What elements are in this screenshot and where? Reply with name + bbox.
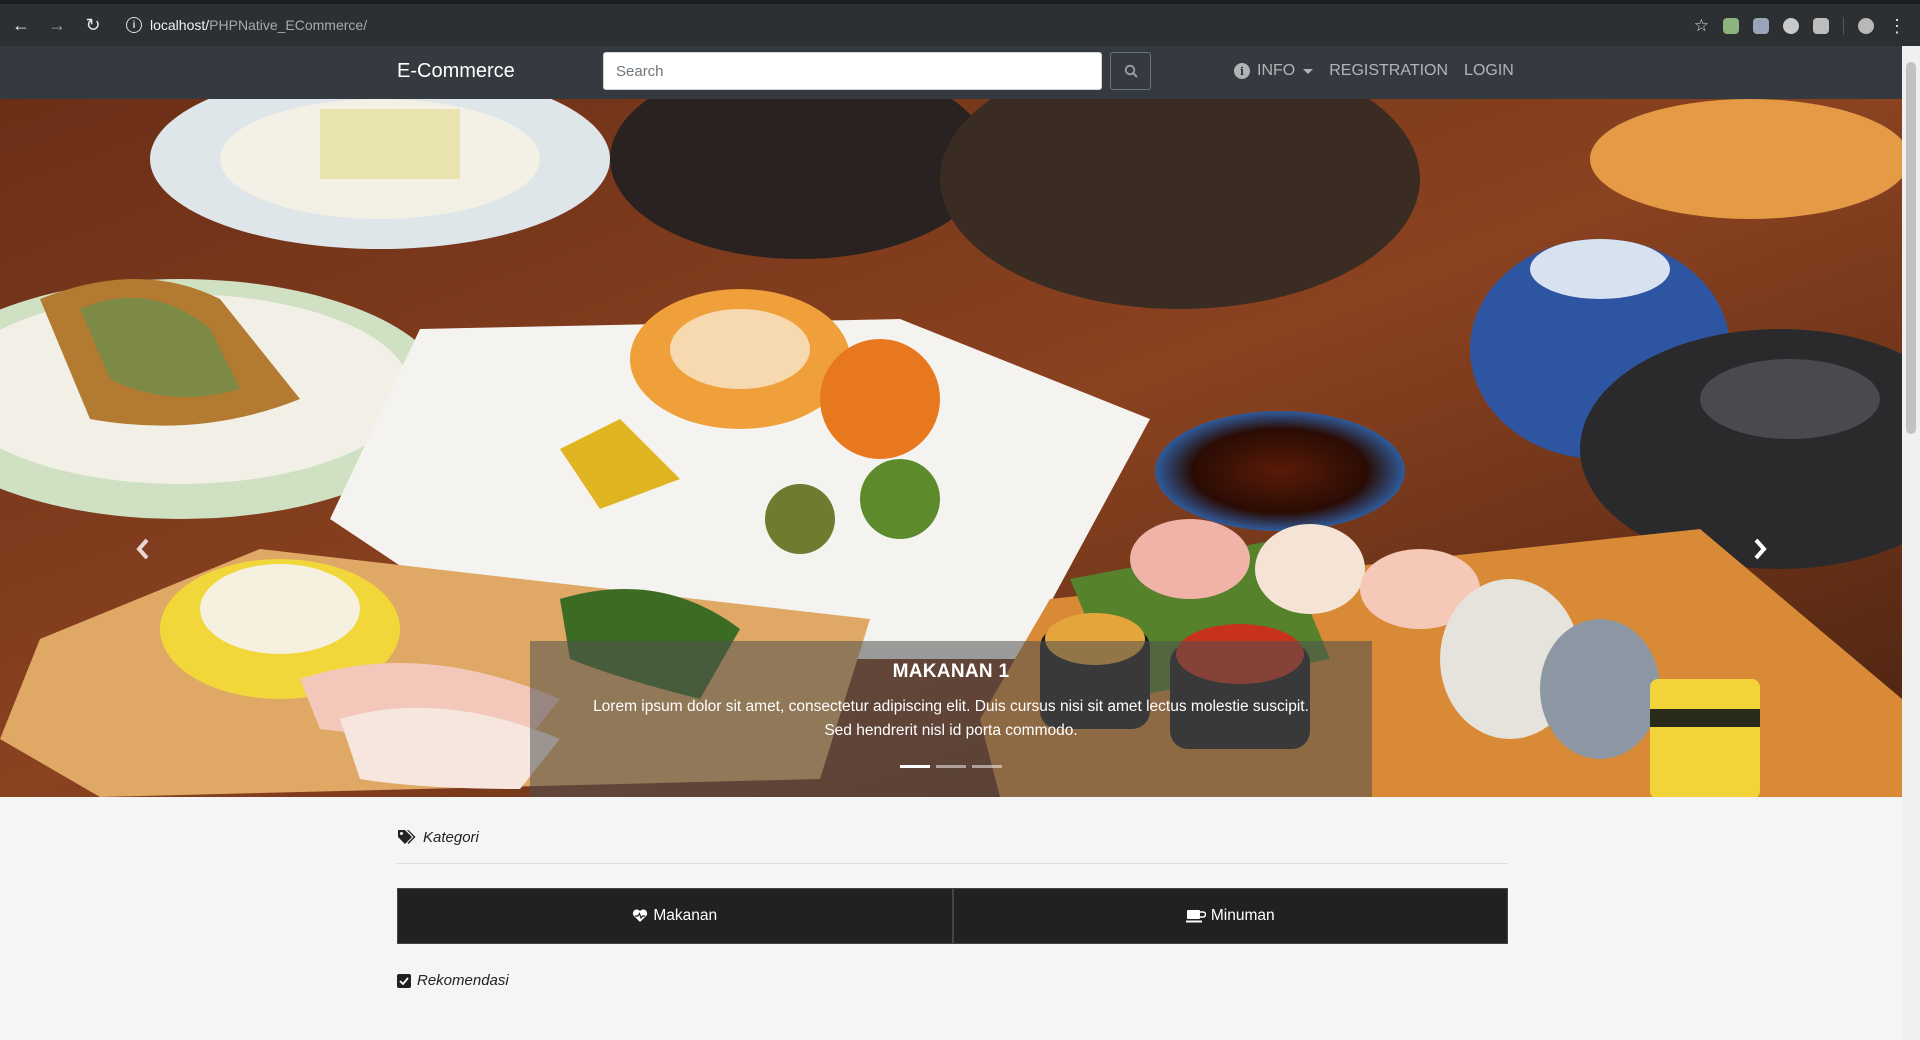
caption-line-2: Sed hendrerit nisl id porta commodo. [824,722,1078,739]
coffee-icon [1185,910,1206,923]
forward-icon[interactable]: → [42,10,72,40]
category-makanan-label: Makanan [653,907,718,924]
carousel-indicators [900,765,1002,768]
kategori-heading: Kategori [397,819,1508,855]
browser-toolbar: ← → ↻ i localhost/PHPNative_ECommerce/ ☆… [0,0,1920,46]
shield-extension-icon[interactable] [1753,18,1769,34]
tags-icon [398,830,416,844]
check-square-icon [397,973,411,988]
search-button[interactable] [1110,52,1151,90]
caption-line-1: Lorem ipsum dolor sit amet, consectetur … [593,698,1309,715]
rekomendasi-label: Rekomendasi [417,972,509,989]
profile-avatar-icon[interactable] [1858,18,1874,34]
extension-icon[interactable] [1723,18,1739,34]
reload-icon[interactable]: ↻ [78,10,108,40]
bookmark-star-icon[interactable]: ☆ [1694,16,1709,36]
carousel-indicator-2[interactable] [936,765,966,768]
chevron-left-icon [136,538,149,560]
caret-down-icon [1303,68,1314,74]
kategori-label: Kategori [423,828,479,846]
block-extension-icon[interactable] [1783,18,1799,34]
chevron-right-icon [1754,538,1767,560]
info-dropdown[interactable]: i INFO [1234,62,1314,80]
page-scrollbar[interactable] [1902,46,1920,1040]
url-path: PHPNative_ECommerce/ [209,17,368,33]
info-label: INFO [1257,62,1296,79]
site-navbar: E-Commerce i INFO REGISTRATION LOGIN [0,46,1902,99]
site-info-icon[interactable]: i [126,17,142,33]
section-divider [397,863,1508,864]
url-host: localhost/ [150,17,210,33]
carousel-prev-button[interactable] [123,529,163,569]
caption-text: Lorem ipsum dolor sit amet, consectetur … [561,695,1341,743]
carousel-caption: MAKANAN 1 Lorem ipsum dolor sit amet, co… [530,641,1372,797]
category-minuman-button[interactable]: Minuman [952,888,1508,944]
info-icon: i [1234,63,1250,79]
brand-logo[interactable]: E-Commerce [397,60,515,83]
registration-link[interactable]: REGISTRATION [1329,62,1448,80]
main-content: Kategori Makanan Minuman Rekomendasi [397,797,1508,989]
category-buttons: Makanan Minuman [397,888,1508,944]
carousel-next-button[interactable] [1740,529,1780,569]
toolbar-separator [1843,17,1844,35]
address-bar[interactable]: i localhost/PHPNative_ECommerce/ [126,17,367,33]
nav-links: i INFO REGISTRATION LOGIN [1234,62,1530,80]
search-input[interactable] [603,52,1102,90]
scroll-thumb[interactable] [1906,62,1916,434]
carousel-indicator-3[interactable] [972,765,1002,768]
login-link[interactable]: LOGIN [1464,62,1514,80]
hero-carousel: MAKANAN 1 Lorem ipsum dolor sit amet, co… [0,99,1902,797]
category-makanan-button[interactable]: Makanan [397,888,953,944]
extension-area: ☆ ⋮ [1694,16,1906,36]
screenshot-extension-icon[interactable] [1813,18,1829,34]
carousel-indicator-1[interactable] [900,765,930,768]
back-icon[interactable]: ← [6,10,36,40]
caption-title: MAKANAN 1 [892,661,1010,682]
heart-icon [633,909,648,922]
category-minuman-label: Minuman [1210,907,1275,924]
rekomendasi-heading: Rekomendasi [397,972,1508,989]
browser-menu-icon[interactable]: ⋮ [1888,17,1906,35]
search-icon [1124,64,1138,78]
